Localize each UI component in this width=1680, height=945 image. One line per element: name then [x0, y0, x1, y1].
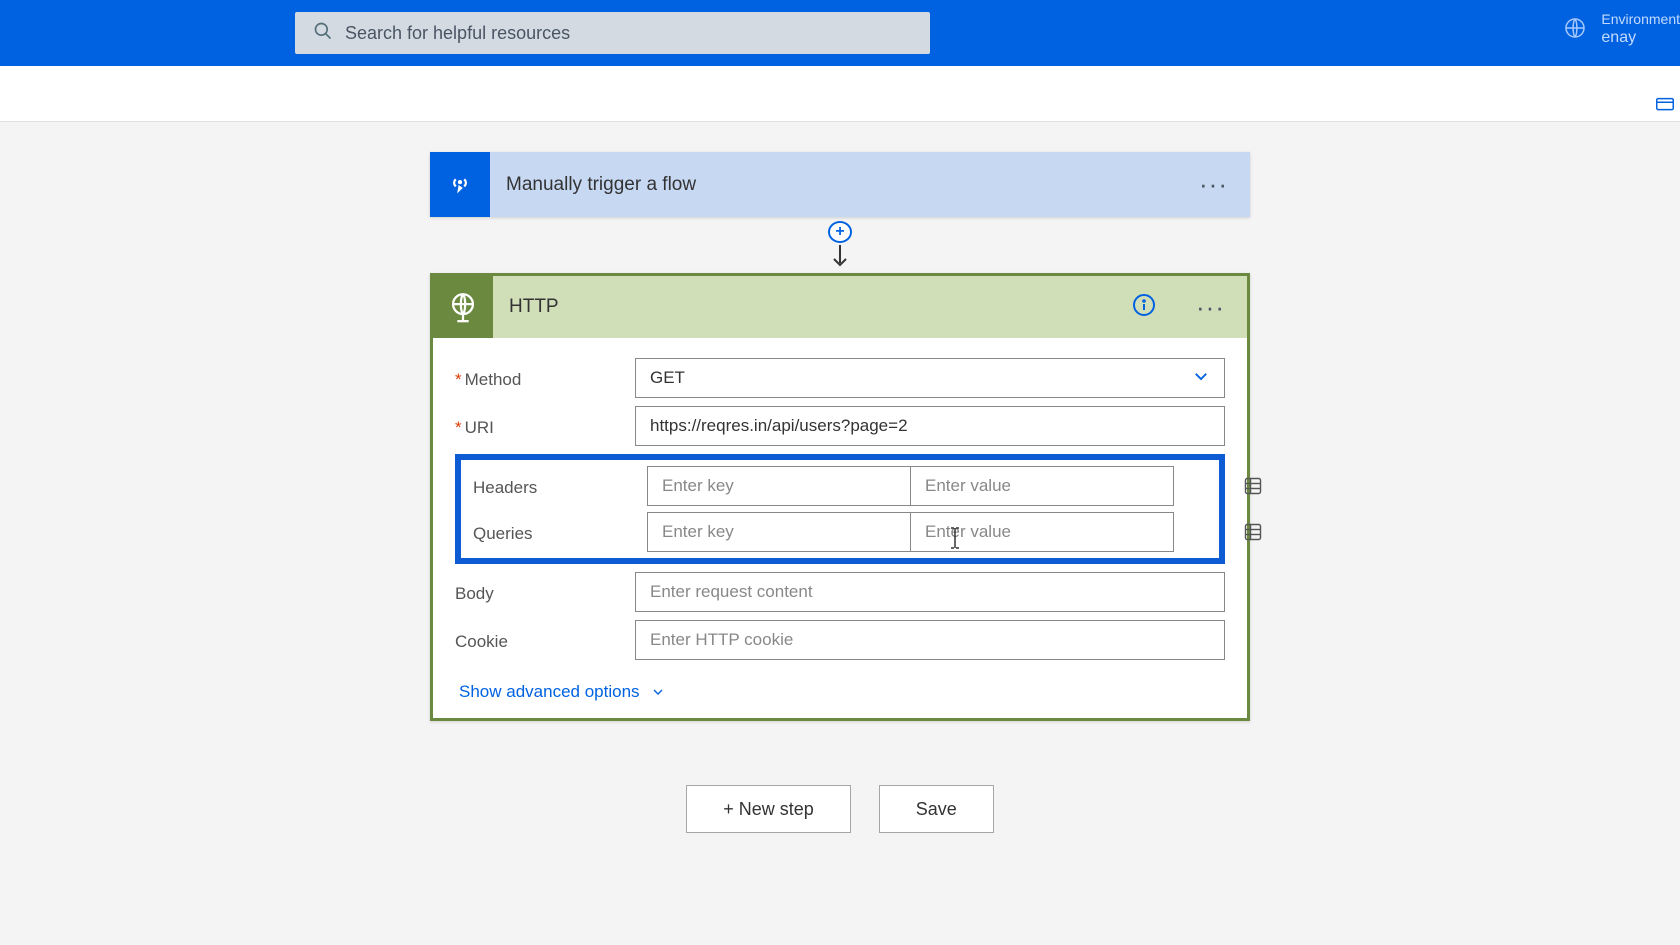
- cookie-row: Cookie: [455, 620, 1225, 660]
- top-bar: Environment enay: [0, 0, 1680, 66]
- http-menu-button[interactable]: ···: [1174, 292, 1247, 323]
- queries-label: Queries: [467, 520, 647, 544]
- search-icon: [313, 21, 333, 46]
- cookie-label: Cookie: [455, 628, 635, 652]
- http-icon: [433, 276, 493, 338]
- search-box[interactable]: [295, 12, 930, 54]
- save-button[interactable]: Save: [879, 785, 994, 833]
- method-select[interactable]: GET: [635, 358, 1225, 398]
- environment-indicator[interactable]: Environment enay: [1563, 10, 1680, 49]
- http-header[interactable]: HTTP ···: [433, 276, 1247, 338]
- method-label: Method: [465, 370, 522, 389]
- connector: +: [828, 217, 852, 273]
- queries-switch-mode-icon[interactable]: [1241, 522, 1265, 542]
- show-advanced-label: Show advanced options: [459, 682, 640, 702]
- bottom-actions: + New step Save: [686, 785, 994, 833]
- headers-key-input[interactable]: [647, 466, 911, 506]
- http-action-card: HTTP ··· *Method GET *URI: [430, 273, 1250, 721]
- cookie-input[interactable]: [635, 620, 1225, 660]
- trigger-card[interactable]: Manually trigger a flow ···: [430, 152, 1250, 217]
- arrow-down-icon: [830, 245, 850, 276]
- trigger-title: Manually trigger a flow: [490, 174, 1177, 196]
- environment-label: Environment: [1601, 10, 1680, 28]
- body-row: Body: [455, 572, 1225, 612]
- environment-value: enay: [1601, 28, 1680, 49]
- toolbar: [0, 66, 1680, 122]
- method-row: *Method GET: [455, 358, 1225, 398]
- method-value: GET: [650, 368, 685, 388]
- headers-value-input[interactable]: [910, 466, 1174, 506]
- show-advanced-link[interactable]: Show advanced options: [459, 682, 666, 702]
- http-body: *Method GET *URI Head: [433, 338, 1247, 718]
- headers-label: Headers: [467, 474, 647, 498]
- chevron-down-icon: [1192, 367, 1210, 390]
- new-step-button[interactable]: + New step: [686, 785, 851, 833]
- body-label: Body: [455, 580, 635, 604]
- search-input[interactable]: [345, 23, 930, 44]
- flow-canvas: Manually trigger a flow ··· + HTTP ··· *…: [0, 122, 1680, 873]
- text-cursor-icon: [949, 526, 961, 555]
- uri-input[interactable]: [635, 406, 1225, 446]
- queries-key-input[interactable]: [647, 512, 911, 552]
- trigger-menu-button[interactable]: ···: [1177, 169, 1250, 200]
- environment-icon: [1563, 16, 1587, 43]
- uri-row: *URI: [455, 406, 1225, 446]
- queries-row: Queries: [461, 512, 1219, 552]
- feedback-icon[interactable]: [1654, 94, 1676, 121]
- http-title: HTTP: [493, 296, 1132, 318]
- info-icon[interactable]: [1132, 293, 1156, 322]
- uri-label: URI: [465, 418, 494, 437]
- headers-row: Headers: [461, 466, 1219, 506]
- headers-switch-mode-icon[interactable]: [1241, 476, 1265, 496]
- highlighted-section: Headers Queries: [455, 454, 1225, 564]
- trigger-icon: [430, 152, 490, 217]
- add-step-button[interactable]: +: [828, 221, 852, 243]
- body-input[interactable]: [635, 572, 1225, 612]
